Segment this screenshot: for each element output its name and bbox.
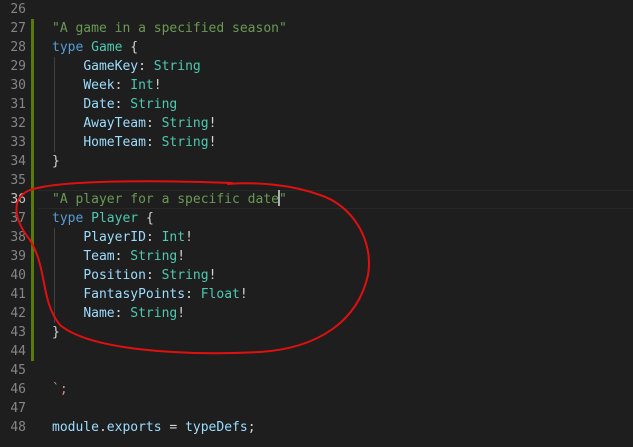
field-name: HomeTeam [83, 135, 146, 150]
field-name: Date [83, 97, 115, 112]
open-brace: { [130, 40, 139, 55]
non-null-marker: ! [177, 249, 186, 264]
code-line-37[interactable]: type Player { [0, 209, 633, 228]
non-null-marker: ! [239, 287, 248, 302]
non-null-marker: ! [177, 306, 186, 321]
line-number: 47 [10, 401, 26, 416]
field-name: PlayerID [83, 230, 146, 245]
code-line-39[interactable]: Team: String! [0, 247, 633, 266]
field-colon: : [138, 59, 146, 74]
field-type: String [130, 306, 178, 321]
field-type: String [161, 135, 209, 150]
non-null-marker: ! [208, 135, 217, 150]
code-line-28[interactable]: type Game { [0, 38, 633, 57]
code-line-33[interactable]: HomeTeam: String! [0, 133, 633, 152]
code-line-31[interactable]: Date: String [0, 95, 633, 114]
code-line-43[interactable]: } [0, 323, 633, 342]
field-name: Week [83, 78, 115, 93]
field-type: String [161, 268, 209, 283]
field-type: String [153, 59, 201, 74]
line-number: 35 [10, 173, 26, 188]
field-type: String [130, 97, 178, 112]
non-null-marker: ! [208, 116, 217, 131]
field-name: Name [83, 306, 115, 321]
player-type-name: Player [91, 211, 139, 226]
field-name: AwayTeam [83, 116, 146, 131]
field-name: Position [83, 268, 146, 283]
field-type: String [161, 116, 209, 131]
close-brace: } [52, 325, 60, 340]
type-keyword: type [52, 211, 84, 226]
field-colon: : [145, 116, 154, 131]
game-type-name: Game [91, 40, 123, 55]
non-null-marker: ! [208, 268, 217, 283]
dot-operator: . [98, 420, 107, 435]
field-colon: : [145, 268, 154, 283]
module-identifier: module [52, 420, 99, 435]
code-editor[interactable]: 26 27 28 29 30 31 32 33 34 35 36 37 38 39 40 41 42 43 44 45… [0, 0, 633, 447]
field-type: Int [161, 230, 186, 245]
type-keyword: type [52, 40, 84, 55]
field-colon: : [114, 78, 123, 93]
field-colon: : [114, 249, 123, 264]
line-number: 44 [10, 344, 26, 359]
code-line-48[interactable]: module.exports = typeDefs; [0, 418, 633, 437]
close-brace: } [52, 154, 60, 169]
code-line-42[interactable]: Name: String! [0, 304, 633, 323]
line-number: 26 [10, 2, 26, 17]
code-line-36[interactable]: "A player for a specific date" [0, 190, 633, 209]
typedefs-identifier: typeDefs [185, 420, 248, 435]
field-colon: : [114, 306, 123, 321]
field-colon: : [145, 230, 154, 245]
code-line-27[interactable]: "A game in a specified season" [0, 19, 633, 38]
field-type: Int [130, 78, 154, 93]
field-name: FantasyPoints [83, 287, 186, 302]
code-line-40[interactable]: Position: String! [0, 266, 633, 285]
open-brace: { [145, 211, 154, 226]
field-name: Team [83, 249, 115, 264]
field-type: Float [200, 287, 240, 302]
semicolon: ; [247, 420, 256, 435]
field-colon: : [114, 97, 123, 112]
line-number: 45 [10, 363, 26, 378]
non-null-marker: ! [153, 78, 162, 93]
code-line-32[interactable]: AwayTeam: String! [0, 114, 633, 133]
field-name: GameKey [83, 59, 139, 74]
assign-operator: = [161, 420, 186, 435]
field-colon: : [185, 287, 193, 302]
player-description: "A player for a specific date [52, 192, 279, 207]
code-line-30[interactable]: Week: Int! [0, 76, 633, 95]
player-description-end: " [278, 192, 287, 207]
code-line-29[interactable]: GameKey: String [0, 57, 633, 76]
code-line-46[interactable]: `; [0, 380, 633, 399]
code-line-38[interactable]: PlayerID: Int! [0, 228, 633, 247]
field-type: String [130, 249, 178, 264]
code-line-34[interactable]: } [0, 152, 633, 171]
game-description: "A game in a specified season" [52, 21, 287, 36]
exports-identifier: exports [106, 420, 162, 435]
field-colon: : [145, 135, 154, 150]
code-line-41[interactable]: FantasyPoints: Float! [0, 285, 633, 304]
template-literal-end: `; [52, 382, 68, 397]
non-null-marker: ! [185, 230, 193, 245]
